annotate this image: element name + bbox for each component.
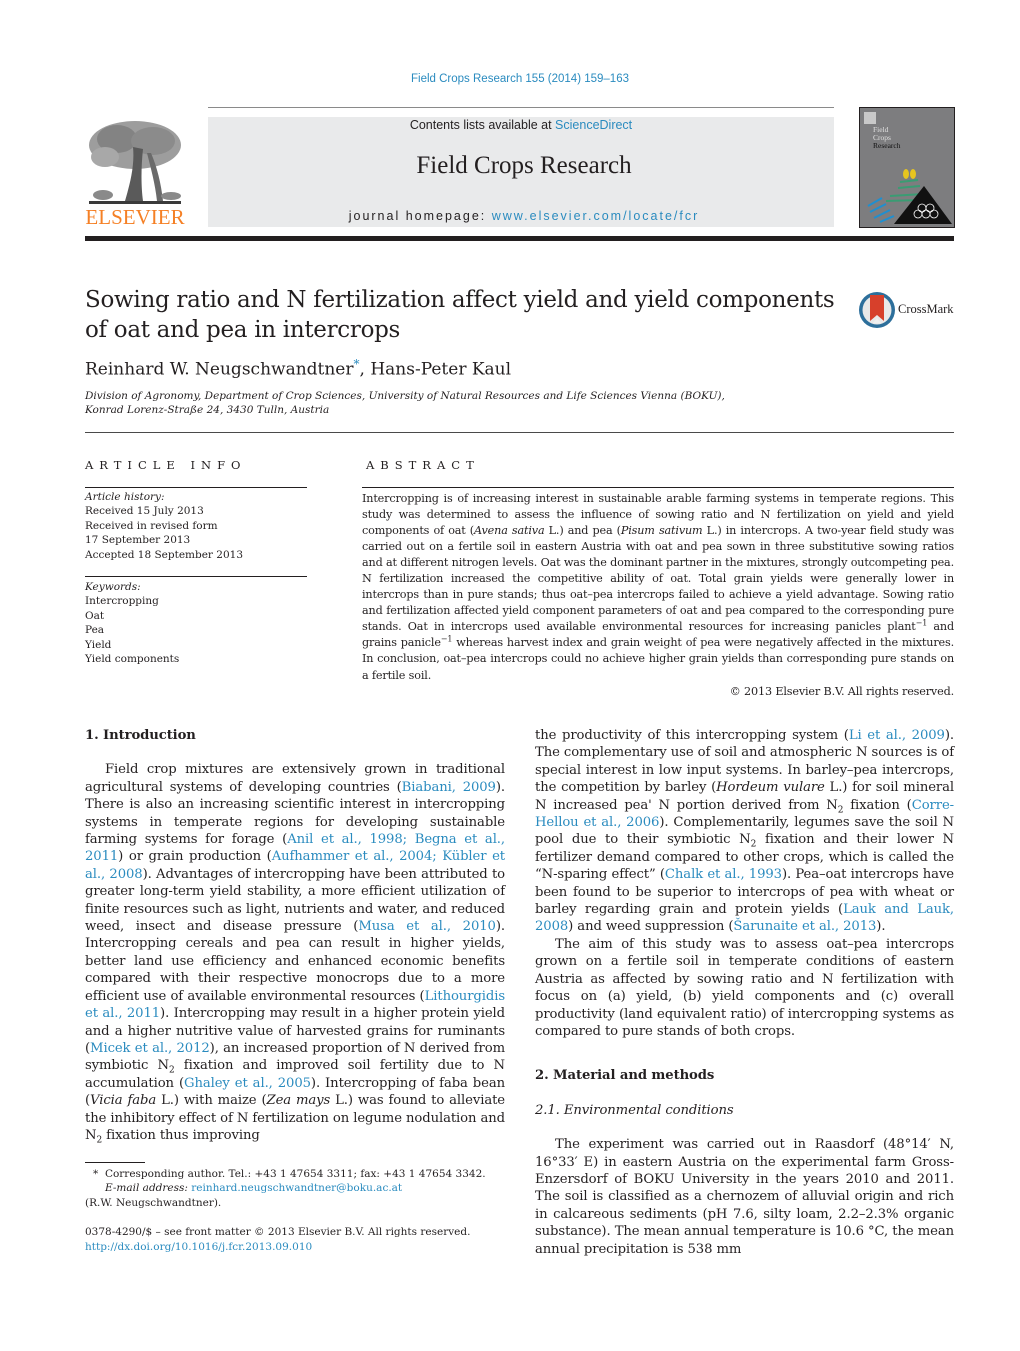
doi-link[interactable]: http://dx.doi.org/10.1016/j.fcr.2013.09.… bbox=[85, 1241, 312, 1253]
homepage-prefix: journal homepage: bbox=[348, 209, 492, 223]
contents-prefix: Contents lists available at bbox=[409, 118, 556, 132]
text: L.) with maize ( bbox=[156, 1093, 267, 1109]
text: ) or grain production ( bbox=[118, 849, 272, 865]
intro-paragraph-continued: Li et al., 2009the productivity of this … bbox=[535, 727, 954, 936]
article-title: Sowing ratio and N fertilization affect … bbox=[85, 287, 835, 343]
species-name: Zea mays bbox=[266, 1093, 331, 1109]
footnote-text: Corresponding author. Tel.: +43 1 47654 … bbox=[104, 1168, 486, 1180]
author-name[interactable]: Reinhard W. Neugschwandtner bbox=[85, 360, 354, 380]
keyword-item: Pea bbox=[85, 624, 105, 637]
journal-homepage: journal homepage: www.elsevier.com/locat… bbox=[208, 209, 840, 223]
reference-link[interactable]: Šarunaite et al., 2013 bbox=[733, 919, 876, 934]
sciencedirect-link[interactable]: ScienceDirect bbox=[555, 118, 632, 132]
email-link[interactable]: reinhard.neugschwandtner@boku.ac.at bbox=[191, 1182, 402, 1194]
keyword-item: Intercropping bbox=[85, 595, 159, 608]
title-divider bbox=[85, 432, 954, 433]
reference-link[interactable]: Musa et al., 2010 bbox=[358, 919, 496, 934]
cover-title: Field Crops Research bbox=[873, 126, 900, 150]
keyword-item: Yield bbox=[85, 638, 112, 651]
section-heading-methods: 2. Material and methods bbox=[535, 1068, 715, 1084]
text: fixation ( bbox=[843, 797, 912, 813]
author-name[interactable]: Hans-Peter Kaul bbox=[370, 360, 511, 380]
intro-aim-paragraph: The aim of this study was to assess oat–… bbox=[535, 936, 954, 1039]
cover-title-line: Research bbox=[873, 141, 901, 150]
section-heading-introduction: 1. Introduction bbox=[85, 728, 196, 743]
affiliation: Division of Agronomy, Department of Crop… bbox=[85, 389, 725, 417]
email-label: E-mail address: bbox=[105, 1182, 192, 1195]
cover-publisher-icon bbox=[864, 112, 876, 124]
cover-illustration bbox=[867, 169, 952, 224]
keywords: Keywords: Intercropping Oat Pea Yield Yi… bbox=[85, 580, 179, 666]
reference-link[interactable]: Li et al., 2009 bbox=[849, 728, 945, 743]
history-item: Received 15 July 2013 bbox=[85, 505, 204, 518]
author-separator: , bbox=[359, 359, 371, 380]
keywords-rule bbox=[85, 576, 307, 577]
abstract-rule bbox=[362, 487, 954, 488]
affiliation-line: Konrad Lorenz-Straße 24, 3430 Tulln, Aus… bbox=[85, 404, 330, 416]
abstract-heading: ABSTRACT bbox=[366, 458, 480, 472]
reference-link[interactable]: Biabani, 2009 bbox=[402, 780, 496, 795]
exponent: −1 bbox=[440, 634, 453, 644]
reference-link[interactable]: Ghaley et al., 2005 bbox=[184, 1076, 311, 1091]
journal-cover-thumbnail[interactable]: Field Crops Research bbox=[859, 107, 955, 228]
text: the productivity of this intercropping s… bbox=[535, 728, 849, 743]
abstract-segment: L.) and pea ( bbox=[544, 524, 621, 538]
species-name: Pisum sativum bbox=[620, 524, 703, 538]
header-rule bbox=[208, 107, 834, 108]
crossmark-badge[interactable]: CrossMark bbox=[858, 291, 956, 329]
affiliation-line: Division of Agronomy, Department of Crop… bbox=[85, 390, 725, 402]
exponent: −1 bbox=[915, 618, 928, 628]
text: ) and weed suppression ( bbox=[568, 919, 734, 935]
text: ). bbox=[876, 919, 886, 935]
journal-citation[interactable]: Field Crops Research 155 (2014) 159–163 bbox=[0, 73, 1020, 85]
email-owner: (R.W. Neugschwandtner). bbox=[85, 1196, 222, 1209]
elsevier-wordmark[interactable]: ELSEVIER bbox=[85, 205, 185, 230]
history-item: Received in revised form bbox=[85, 519, 218, 532]
abstract-segment: L.) in intercrops. A two-year field stud… bbox=[362, 524, 954, 634]
reference-link[interactable]: Chalk et al., 1993 bbox=[665, 867, 782, 882]
page-footer: 0378-4290/$ – see front matter © 2013 El… bbox=[85, 1225, 470, 1255]
article-info-heading: ARTICLE INFO bbox=[85, 458, 247, 472]
text: fixation thus improving bbox=[102, 1127, 260, 1143]
article-history-label: Article history: bbox=[85, 491, 165, 503]
author-list: Reinhard W. Neugschwandtner*, Hans-Peter… bbox=[85, 357, 511, 380]
species-name: Avena sativa bbox=[474, 524, 545, 538]
journal-title: Field Crops Research bbox=[416, 152, 632, 179]
crossmark-icon bbox=[859, 292, 895, 328]
issn-line: 0378-4290/$ – see front matter © 2013 El… bbox=[85, 1226, 471, 1238]
reference-link[interactable]: Micek et al., 2012 bbox=[90, 1041, 210, 1056]
intro-paragraph: Field crop mixtures are extensively grow… bbox=[85, 761, 505, 1145]
contents-line: Contents lists available at ScienceDirec… bbox=[208, 118, 834, 132]
methods-paragraph: The experiment was carried out in Raasdo… bbox=[535, 1137, 954, 1257]
crossmark-label: CrossMark bbox=[898, 302, 954, 316]
footnote-rule bbox=[85, 1162, 145, 1163]
article-history: Article history: Received 15 July 2013 R… bbox=[85, 490, 243, 562]
history-item: Accepted 18 September 2013 bbox=[85, 548, 244, 561]
article-info-rule bbox=[85, 487, 307, 488]
keyword-item: Yield components bbox=[85, 653, 180, 666]
keywords-label: Keywords: bbox=[85, 581, 141, 593]
abstract-text: Intercropping is of increasing interest … bbox=[362, 491, 954, 700]
right-column: Li et al., 2009the productivity of this … bbox=[535, 727, 954, 1258]
species-name: Vicia faba bbox=[90, 1093, 157, 1109]
homepage-link[interactable]: www.elsevier.com/locate/fcr bbox=[492, 209, 700, 223]
species-name: Hordeum vulare bbox=[716, 780, 825, 796]
keyword-item: Oat bbox=[85, 609, 105, 622]
history-item: 17 September 2013 bbox=[85, 534, 191, 547]
footnote-mark: * bbox=[93, 1168, 99, 1180]
abstract-copyright: © 2013 Elsevier B.V. All rights reserved… bbox=[729, 684, 955, 698]
left-column: 1. Introduction Field crop mixtures are … bbox=[85, 727, 505, 1145]
corresponding-author-footnote: * Corresponding author. Tel.: +43 1 4765… bbox=[85, 1167, 486, 1210]
subsection-heading-environment: 2.1. Environmental conditions bbox=[535, 1102, 734, 1118]
header-divider bbox=[85, 236, 954, 241]
